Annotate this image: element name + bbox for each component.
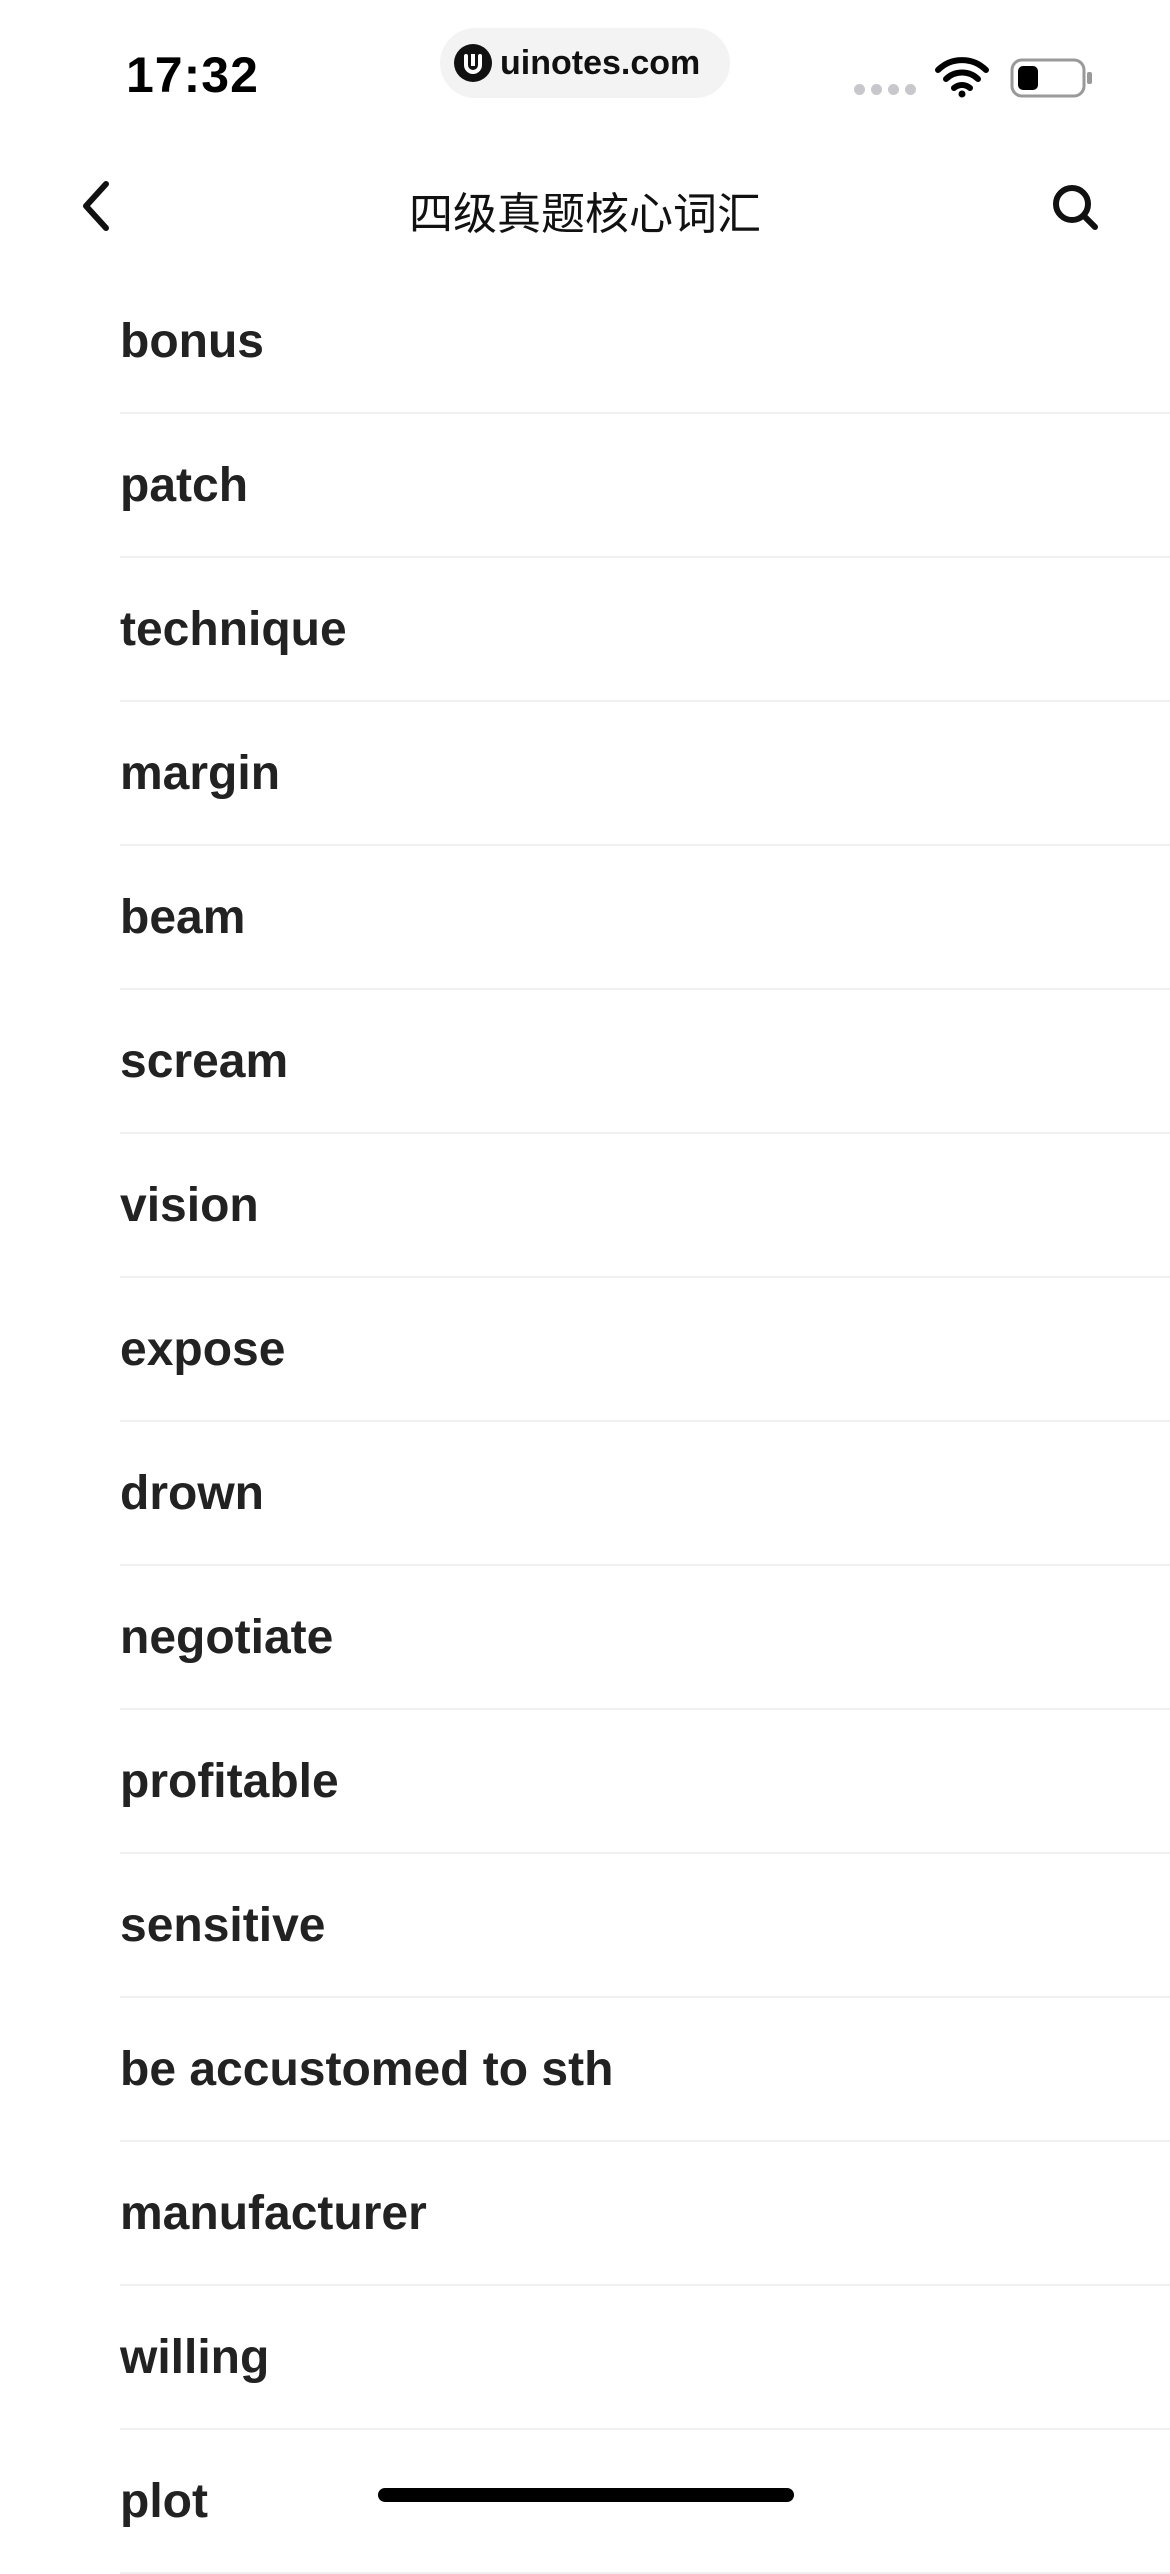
word-text: plot xyxy=(120,2474,208,2528)
word-list-item[interactable]: margin xyxy=(120,702,1170,846)
word-text: sensitive xyxy=(120,1898,326,1952)
word-list-item[interactable]: beam xyxy=(120,846,1170,990)
word-text: be accustomed to sth xyxy=(120,2042,614,2096)
word-text: expose xyxy=(120,1322,286,1376)
cellular-signal-icon xyxy=(854,84,916,95)
wifi-icon xyxy=(935,57,989,98)
word-text: negotiate xyxy=(120,1610,334,1664)
url-pill[interactable]: uinotes.com xyxy=(440,28,730,98)
word-text: bonus xyxy=(120,314,264,368)
word-list-item[interactable]: scream xyxy=(120,990,1170,1134)
word-text: margin xyxy=(120,746,281,800)
battery-icon xyxy=(1010,58,1092,98)
word-text: drown xyxy=(120,1466,264,1520)
word-text: technique xyxy=(120,602,347,656)
word-list-item[interactable]: sensitive xyxy=(120,1854,1170,1998)
search-icon xyxy=(1053,185,1098,230)
word-list-item[interactable]: drown xyxy=(120,1422,1170,1566)
status-bar: 17:32 uinotes.com xyxy=(0,0,1170,130)
page-title: 四级真题核心词汇 xyxy=(409,190,761,239)
status-time: 17:32 xyxy=(126,47,259,103)
word-text: patch xyxy=(120,458,249,512)
word-list-item[interactable]: plot xyxy=(120,2430,1170,2574)
word-text: profitable xyxy=(120,1754,339,1808)
word-text: scream xyxy=(120,1034,289,1088)
word-list-item[interactable]: negotiate xyxy=(120,1566,1170,1710)
word-list-item[interactable]: patch xyxy=(120,414,1170,558)
word-list-item[interactable]: vision xyxy=(120,1134,1170,1278)
word-list-item[interactable]: manufacturer xyxy=(120,2142,1170,2286)
word-list-item[interactable]: willing xyxy=(120,2286,1170,2430)
site-logo-glyph xyxy=(464,54,482,74)
word-text: beam xyxy=(120,890,246,944)
search-button[interactable] xyxy=(1040,172,1112,244)
word-list-item[interactable]: profitable xyxy=(120,1710,1170,1854)
word-text: manufacturer xyxy=(120,2186,427,2240)
word-list: bonus patch technique margin beam scream… xyxy=(120,270,1170,2574)
site-logo-icon xyxy=(454,44,492,82)
home-indicator[interactable] xyxy=(378,2488,794,2502)
word-list-item[interactable]: expose xyxy=(120,1278,1170,1422)
word-text: vision xyxy=(120,1178,259,1232)
nav-bar: 四级真题核心词汇 xyxy=(0,160,1170,252)
word-list-item[interactable]: technique xyxy=(120,558,1170,702)
word-list-item[interactable]: be accustomed to sth xyxy=(120,1998,1170,2142)
word-text: willing xyxy=(120,2330,270,2384)
url-text: uinotes.com xyxy=(500,43,701,82)
word-list-item[interactable]: bonus xyxy=(120,270,1170,414)
